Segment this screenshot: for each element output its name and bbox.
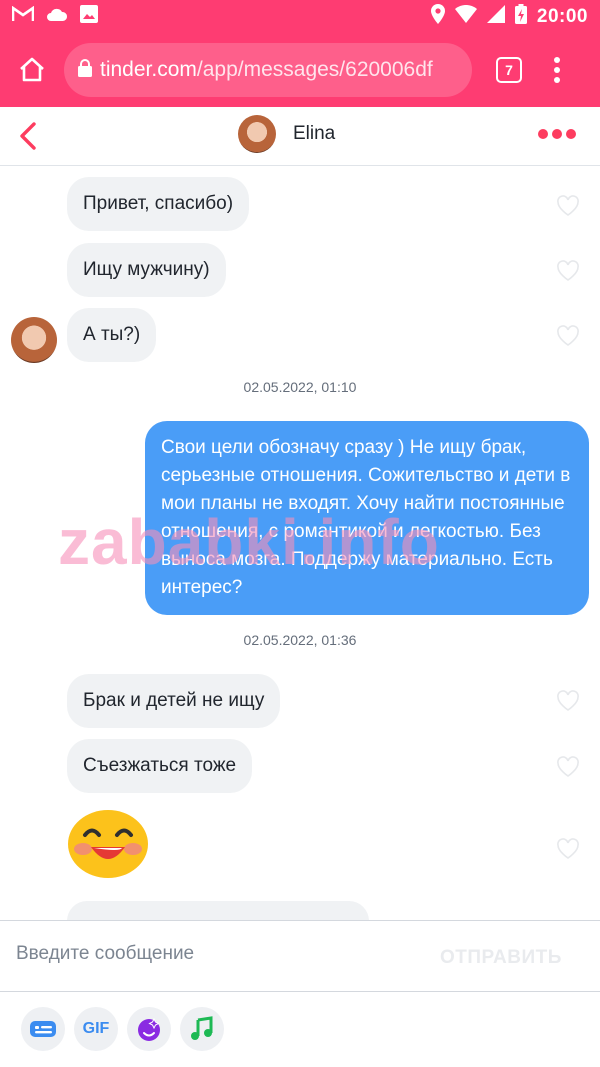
signal-icon xyxy=(486,5,505,28)
message-timestamp: 02.05.2022, 01:36 xyxy=(243,632,357,648)
chat-header: Elina xyxy=(0,107,600,166)
send-button[interactable]: ОТПРАВИТЬ xyxy=(440,947,562,969)
sticker-icon xyxy=(138,1017,160,1041)
address-bar[interactable]: tinder.com/app/messages/620006df xyxy=(64,43,472,97)
home-button[interactable] xyxy=(12,50,52,90)
back-button[interactable] xyxy=(16,120,44,152)
match-name: Elina xyxy=(293,123,336,144)
music-button[interactable] xyxy=(180,1007,224,1051)
status-bar: 20:00 xyxy=(0,0,600,33)
smiling-face-emoji-icon xyxy=(68,810,148,878)
gif-label: GIF xyxy=(82,1020,110,1037)
message-bubble: Ищу мужчину) xyxy=(67,243,226,297)
message-composer: ОТПРАВИТЬ xyxy=(0,920,600,992)
like-heart-icon[interactable] xyxy=(556,325,580,347)
message-bubble xyxy=(67,901,369,920)
more-options-button[interactable] xyxy=(538,129,576,139)
battery-charging-icon xyxy=(514,4,527,29)
tab-switcher-button[interactable]: 7 xyxy=(496,57,522,83)
cloud-icon xyxy=(46,6,68,27)
avatar[interactable] xyxy=(11,317,57,363)
lock-icon xyxy=(78,58,92,82)
message-bubble: А ты?) xyxy=(67,308,157,362)
status-time: 20:00 xyxy=(536,5,588,27)
gif-button[interactable]: GIF xyxy=(74,1007,118,1051)
message-toolbar: GIF xyxy=(0,992,600,1067)
like-heart-icon[interactable] xyxy=(556,838,580,860)
avatar xyxy=(238,115,276,153)
gmail-icon xyxy=(11,5,35,27)
like-heart-icon[interactable] xyxy=(556,690,580,712)
profile-card-button[interactable] xyxy=(21,1007,65,1051)
wifi-icon xyxy=(454,4,477,28)
back-arrow-icon xyxy=(20,122,36,150)
match-profile-link[interactable]: Elina xyxy=(238,115,335,153)
sticker-button[interactable] xyxy=(127,1007,171,1051)
like-heart-icon[interactable] xyxy=(556,195,580,217)
message-list: Привет, спасибо) Ищу мужчину) А ты?) 02.… xyxy=(0,167,600,920)
message-bubble: Привет, спасибо) xyxy=(67,177,250,231)
url-path: /app/messages/620006df xyxy=(196,58,433,81)
message-bubble-outgoing: Свои цели обозначу сразу ) Не ищу брак, … xyxy=(145,421,589,615)
message-input[interactable] xyxy=(16,943,416,965)
message-bubble: Съезжаться тоже xyxy=(67,739,253,793)
browser-menu-button[interactable] xyxy=(552,57,562,83)
like-heart-icon[interactable] xyxy=(556,260,580,282)
home-icon xyxy=(20,57,44,82)
message-bubble: Брак и детей не ищу xyxy=(67,674,281,728)
url-text: tinder.com/app/messages/620006df xyxy=(100,58,433,82)
message-timestamp: 02.05.2022, 01:10 xyxy=(243,379,357,395)
browser-toolbar: tinder.com/app/messages/620006df 7 xyxy=(0,33,600,107)
music-note-icon xyxy=(191,1016,213,1040)
image-icon xyxy=(80,5,98,28)
location-icon xyxy=(430,4,445,29)
id-card-icon xyxy=(30,1021,56,1037)
url-host: tinder.com xyxy=(100,58,197,81)
like-heart-icon[interactable] xyxy=(556,756,580,778)
